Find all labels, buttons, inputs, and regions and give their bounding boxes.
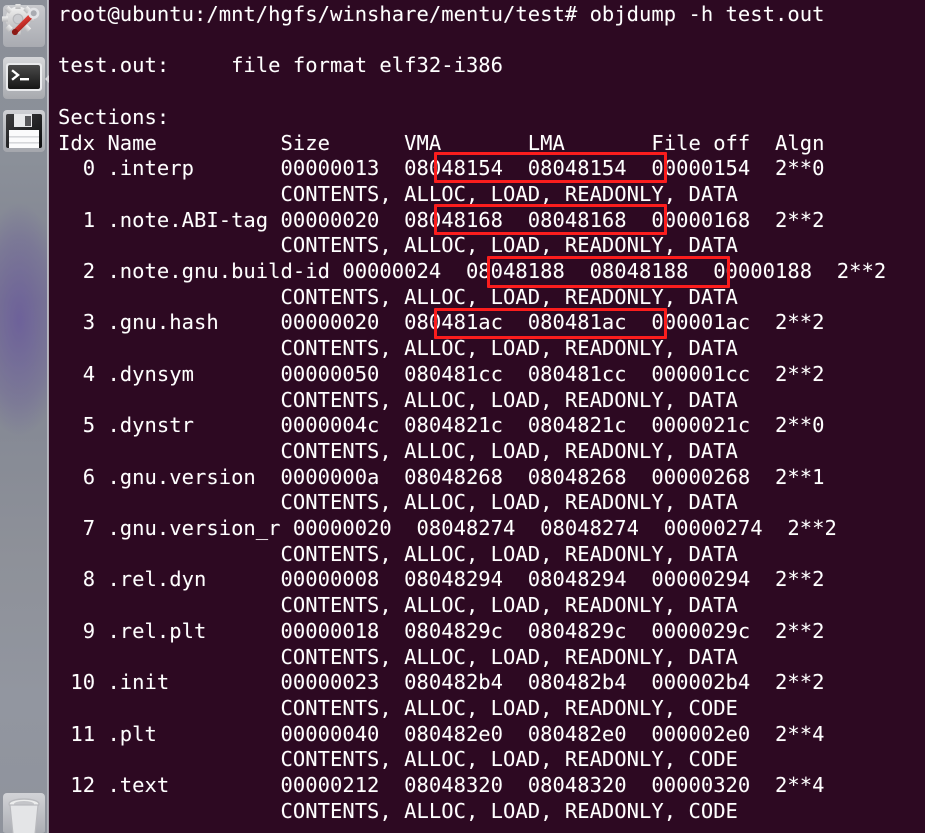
desktop-screen: root@ubuntu:/mnt/hgfs/winshare/mentu/tes… (0, 0, 925, 833)
system-settings-icon[interactable] (2, 4, 46, 48)
save-icon[interactable] (2, 109, 46, 153)
terminal-icon[interactable] (2, 56, 46, 100)
unity-launcher (0, 0, 50, 833)
terminal-window[interactable]: root@ubuntu:/mnt/hgfs/winshare/mentu/tes… (49, 0, 925, 833)
terminal-output: root@ubuntu:/mnt/hgfs/winshare/mentu/tes… (58, 2, 887, 823)
trash-icon[interactable] (2, 792, 46, 833)
